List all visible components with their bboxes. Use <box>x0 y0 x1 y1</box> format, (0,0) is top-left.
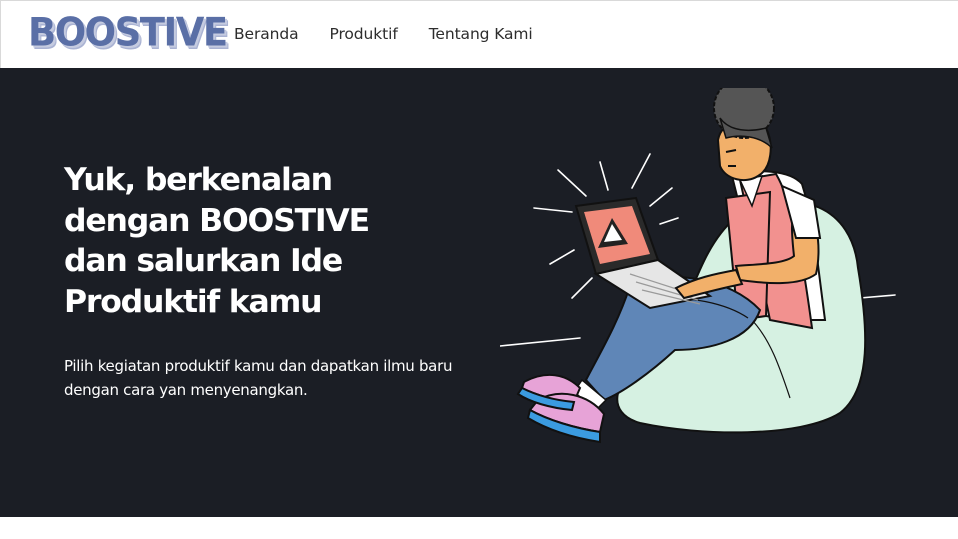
page-footer-area <box>0 517 958 539</box>
nav-links: Beranda Produktif Tentang Kami <box>234 23 564 45</box>
hero-title: Yuk, berkenalan dengan BOOSTIVE dan salu… <box>64 162 370 320</box>
hero-illustration <box>500 88 896 444</box>
hero-subtitle: Pilih kegiatan produktif kamu dan dapatk… <box>64 357 453 399</box>
navbar: BOOSTIVE Beranda Produktif Tentang Kami <box>0 0 958 68</box>
nav-link-tentang-kami[interactable]: Tentang Kami <box>429 23 533 45</box>
brand-logo[interactable]: BOOSTIVE <box>28 10 228 56</box>
nav-link-produktif[interactable]: Produktif <box>330 23 398 45</box>
hero-section: Yuk, berkenalan dengan BOOSTIVE dan salu… <box>0 68 958 517</box>
head-shape <box>713 88 775 182</box>
nav-link-beranda[interactable]: Beranda <box>234 23 299 45</box>
